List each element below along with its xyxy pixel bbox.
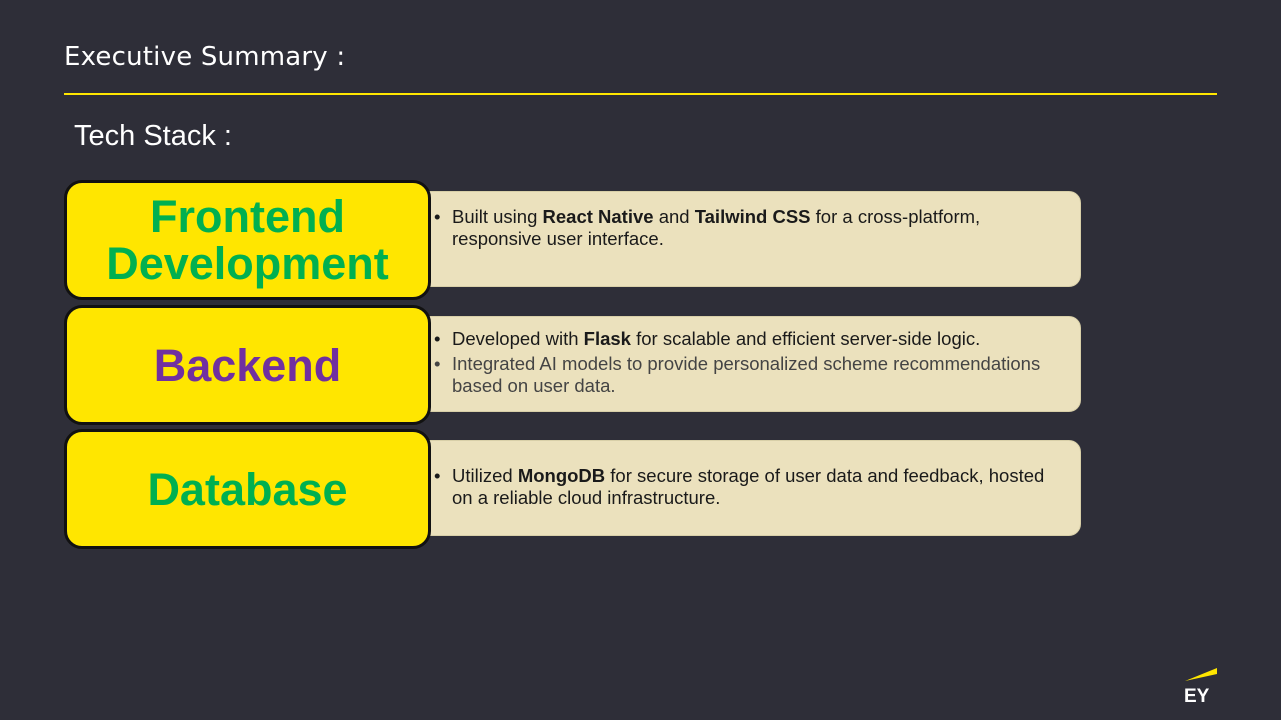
bullet-list: • Built using React Native and Tailwind C… [434, 206, 1068, 250]
section-subtitle: Tech Stack : [74, 120, 232, 152]
label-line: Database [147, 463, 348, 515]
bullet-item: • Built using React Native and Tailwind C… [434, 206, 981, 249]
slide-title: Executive Summary : [64, 42, 346, 72]
logo-text: EY [1184, 686, 1210, 704]
bold-term: Tailwind CSS [694, 206, 811, 227]
tech-row-backend: • Developed with Flask for scalable and e… [64, 305, 1084, 425]
bullet-icon: • [434, 328, 441, 349]
ey-logo-icon: EY [1184, 668, 1217, 704]
description-panel: • Utilized MongoDB for secure storage of … [409, 440, 1081, 536]
description-panel: • Developed with Flask for scalable and e… [409, 316, 1081, 412]
bullet-item: • Utilized MongoDB for secure storage of … [434, 465, 1045, 508]
bullet-list: • Utilized MongoDB for secure storage of … [434, 465, 1068, 509]
label-line: Development [106, 238, 389, 289]
label-line: Backend [153, 339, 342, 391]
label-frontend-development: Frontend Development [64, 180, 431, 300]
bold-term: MongoDB [517, 465, 606, 486]
label-backend: Backend [64, 305, 431, 425]
tech-row-frontend: • Built using React Native and Tailwind C… [64, 180, 1084, 300]
bold-term: Flask [583, 328, 631, 349]
label-database: Database [64, 429, 431, 549]
bullet-icon: • [434, 353, 441, 374]
bullet-list: • Developed with Flask for scalable and e… [434, 328, 1068, 397]
tech-row-database: • Utilized MongoDB for secure storage of … [64, 429, 1084, 549]
bullet-item: • Integrated AI models to provide persona… [434, 353, 1041, 396]
bullet-icon: • [434, 465, 441, 486]
bullet-icon: • [434, 206, 441, 227]
bold-term: React Native [542, 206, 654, 227]
title-divider [64, 93, 1217, 95]
bullet-item: • Developed with Flask for scalable and e… [434, 328, 981, 349]
description-panel: • Built using React Native and Tailwind C… [409, 191, 1081, 287]
label-line: Frontend [150, 191, 345, 242]
